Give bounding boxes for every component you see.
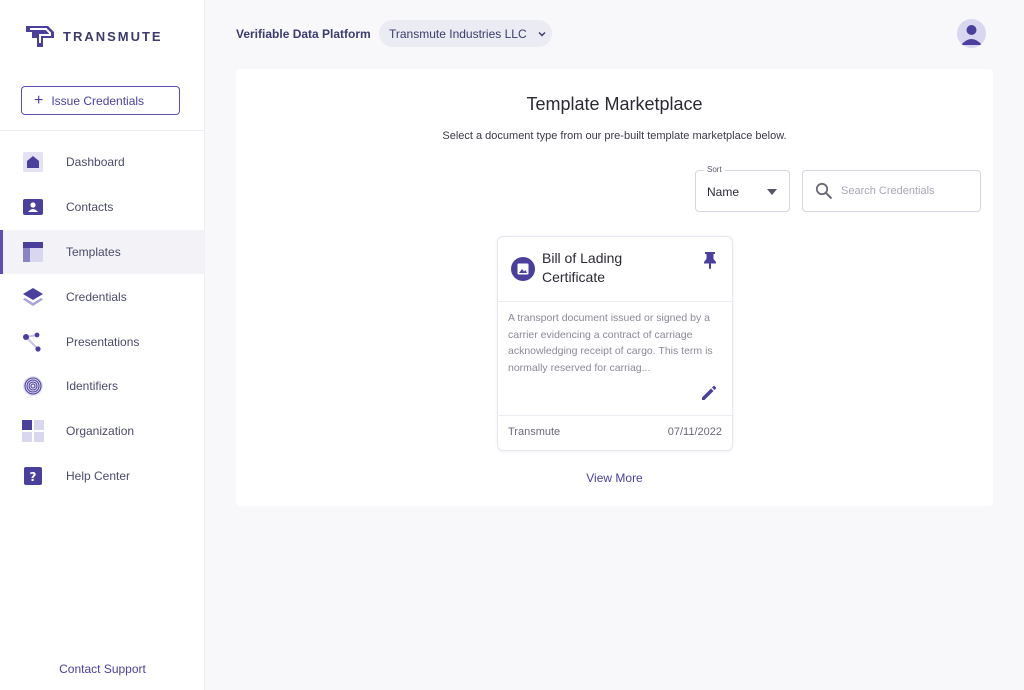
- template-description: A transport document issued or signed by…: [508, 312, 713, 374]
- sidebar-item-label: Contacts: [66, 200, 114, 215]
- sidebar-divider: [0, 130, 205, 131]
- sidebar-item-presentations[interactable]: Presentations: [0, 319, 205, 364]
- view-more-link[interactable]: View More: [236, 471, 993, 485]
- edit-icon[interactable]: [700, 384, 718, 407]
- template-layout-icon: [22, 241, 44, 263]
- sidebar-item-credentials[interactable]: Credentials: [0, 274, 205, 319]
- pin-icon[interactable]: [703, 251, 717, 274]
- sidebar-item-label: Templates: [66, 244, 121, 259]
- sidebar-item-help-center[interactable]: ? Help Center: [0, 454, 205, 499]
- sidebar-item-templates[interactable]: Templates: [0, 229, 205, 275]
- sidebar-item-dashboard[interactable]: Dashboard: [0, 140, 205, 185]
- sidebar-item-label: Dashboard: [66, 155, 125, 170]
- sidebar-item-label: Organization: [66, 424, 135, 439]
- sidebar-item-contacts[interactable]: Contacts: [0, 185, 205, 230]
- grid-icon: [22, 420, 44, 443]
- search-field[interactable]: [802, 170, 981, 212]
- nodes-icon: [22, 331, 44, 353]
- organization-selector[interactable]: Transmute Industries LLC: [379, 20, 552, 47]
- sidebar-item-identifiers[interactable]: Identifiers: [0, 364, 205, 409]
- chevron-down-icon: [538, 31, 546, 37]
- sort-select[interactable]: Sort Name: [695, 165, 790, 212]
- image-icon: [511, 257, 535, 281]
- template-card-divider: [498, 301, 734, 302]
- user-avatar[interactable]: [957, 19, 986, 48]
- help-icon: ?: [22, 465, 44, 487]
- plus-icon: +: [34, 91, 44, 109]
- caret-down-icon: [767, 189, 777, 195]
- template-author: Transmute: [508, 426, 561, 438]
- sidebar-nav: Dashboard Contacts Templates Credentials…: [0, 140, 205, 498]
- contact-support-link[interactable]: Contact Support: [0, 662, 205, 676]
- template-date: 07/11/2022: [667, 426, 722, 438]
- home-icon: [22, 151, 44, 173]
- organization-selector-value: Transmute Industries LLC: [389, 26, 527, 41]
- svg-text:?: ?: [30, 470, 37, 484]
- layers-icon: [22, 286, 44, 308]
- template-card-divider: [498, 415, 734, 416]
- user-avatar-icon: [961, 25, 982, 45]
- template-title: Bill of Lading Certificate: [542, 250, 623, 285]
- brand-name: TRANSMUTE: [63, 28, 163, 44]
- sidebar-item-label: Help Center: [66, 468, 131, 483]
- sidebar-item-label: Credentials: [66, 289, 127, 304]
- search-icon: [815, 182, 833, 200]
- fingerprint-icon: [22, 375, 44, 397]
- sidebar-item-label: Identifiers: [66, 379, 119, 394]
- contact-card-icon: [22, 196, 44, 218]
- sidebar: TRANSMUTE + Issue Credentials Dashboard …: [0, 0, 205, 690]
- sidebar-item-label: Presentations: [66, 334, 140, 349]
- issue-credentials-label: Issue Credentials: [51, 93, 145, 108]
- template-marketplace-panel: Template Marketplace Select a document t…: [236, 69, 993, 506]
- brand-logo[interactable]: TRANSMUTE: [25, 24, 163, 48]
- sidebar-item-organization[interactable]: Organization: [0, 409, 205, 454]
- issue-credentials-button[interactable]: + Issue Credentials: [21, 86, 180, 115]
- template-card-header[interactable]: Bill of Lading Certificate: [498, 237, 734, 301]
- transmute-logo-icon: [26, 26, 54, 47]
- sort-value: Name: [707, 185, 740, 199]
- page-title: Template Marketplace: [526, 94, 703, 114]
- sort-label: Sort: [704, 165, 725, 174]
- platform-title: Verifiable Data Platform: [236, 27, 371, 41]
- page-subtitle: Select a document type from our pre-buil…: [442, 130, 787, 142]
- search-input[interactable]: [841, 185, 971, 197]
- template-card[interactable]: Bill of Lading Certificate A transport d…: [497, 236, 734, 451]
